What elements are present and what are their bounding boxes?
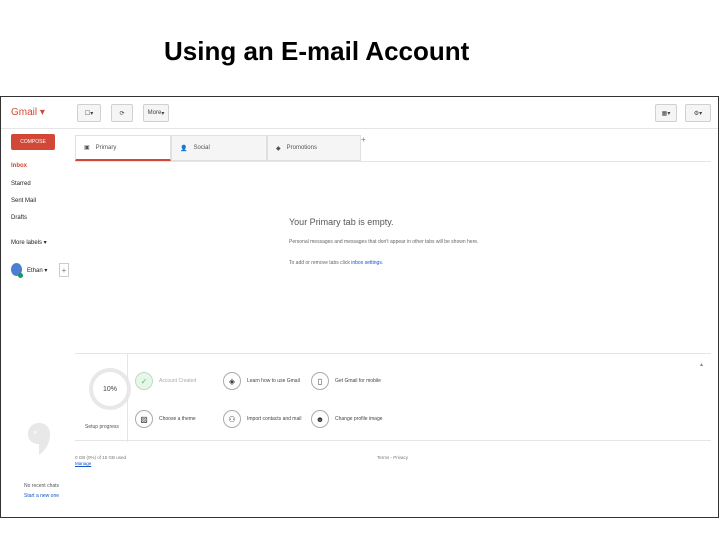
- more-button[interactable]: More ▾: [143, 104, 169, 122]
- no-recent-chats-text: No recent chats: [24, 483, 60, 489]
- main-content: ▣ Primary 👤 Social ◆ Promotions + Your P…: [75, 129, 711, 517]
- gmail-screenshot: Gmail ▾ ☐ ▾ ⟳ More ▾ ▦▾ ⚙▾ COMPOSE Inbox…: [0, 96, 719, 518]
- sidebar-item-starred[interactable]: Starred: [11, 181, 31, 187]
- empty-state-settings-hint: To add or remove tabs click inbox settin…: [289, 260, 384, 266]
- manage-storage-link[interactable]: Manage: [75, 461, 145, 467]
- plus-icon: +: [61, 265, 67, 275]
- storage-usage: 0 GB (0%) of 15 GB used Manage: [75, 455, 145, 467]
- profile-icon: ☻: [311, 410, 329, 428]
- inbox-icon: ▣: [84, 145, 90, 151]
- density-icon: ▦▾: [661, 110, 671, 117]
- sidebar: COMPOSE Inbox Starred Sent Mail Drafts M…: [1, 129, 73, 517]
- sidebar-item-inbox[interactable]: Inbox: [11, 163, 27, 169]
- refresh-button[interactable]: ⟳: [111, 104, 133, 122]
- top-toolbar: Gmail ▾ ☐ ▾ ⟳ More ▾ ▦▾ ⚙▾: [1, 97, 718, 129]
- sidebar-item-more-labels[interactable]: More labels ▾: [11, 239, 47, 246]
- check-icon: ✓: [135, 372, 153, 390]
- task-account-created: ✓ Account Created: [135, 372, 196, 390]
- hangouts-icon: ": [28, 423, 50, 455]
- empty-state-title: Your Primary tab is empty.: [289, 217, 394, 227]
- tab-social[interactable]: 👤 Social: [171, 135, 267, 161]
- gear-icon: ⚙▾: [693, 110, 703, 117]
- panel-divider: [127, 354, 128, 442]
- sidebar-item-sent-mail[interactable]: Sent Mail: [11, 198, 36, 204]
- task-choose-theme[interactable]: ▨ Choose a theme: [135, 410, 196, 428]
- compose-button[interactable]: COMPOSE: [11, 134, 55, 150]
- sidebar-item-drafts[interactable]: Drafts: [11, 215, 27, 221]
- plus-icon: +: [361, 135, 366, 144]
- chevron-down-icon: ▾: [90, 110, 94, 117]
- settings-button[interactable]: ⚙▾: [685, 104, 711, 122]
- image-icon: ▨: [135, 410, 153, 428]
- chevron-down-icon: ▾: [161, 110, 165, 117]
- display-density-button[interactable]: ▦▾: [655, 104, 677, 122]
- slide-title: Using an E-mail Account: [164, 36, 470, 66]
- task-import-contacts[interactable]: ⚇ Import contacts and mail: [223, 410, 301, 428]
- progress-caption: Setup progress: [85, 424, 119, 430]
- select-checkbox-button[interactable]: ☐ ▾: [77, 104, 101, 122]
- contacts-icon: ⚇: [223, 410, 241, 428]
- tab-divider: [75, 161, 711, 162]
- svg-text:": ": [33, 430, 38, 441]
- task-learn-gmail[interactable]: ◈ Learn how to use Gmail: [223, 372, 300, 390]
- online-status-dot: [18, 273, 23, 278]
- tag-icon: ◆: [276, 145, 281, 152]
- gmail-logo[interactable]: Gmail ▾: [11, 107, 45, 118]
- inbox-tabs: ▣ Primary 👤 Social ◆ Promotions: [75, 135, 365, 161]
- user-name[interactable]: Ethan ▾: [27, 267, 47, 274]
- layers-icon: ◈: [223, 372, 241, 390]
- setup-progress-panel: 10% Setup progress ✓ Account Created ◈ L…: [75, 353, 711, 442]
- start-new-chat-link[interactable]: Start a new one: [24, 493, 59, 499]
- task-change-profile-image[interactable]: ☻ Change profile image: [311, 410, 383, 428]
- progress-ring: 10%: [89, 368, 131, 410]
- add-contact-button[interactable]: +: [59, 263, 69, 277]
- task-gmail-mobile[interactable]: ▯ Get Gmail for mobile: [311, 372, 381, 390]
- tab-promotions[interactable]: ◆ Promotions: [267, 135, 361, 161]
- inbox-settings-link[interactable]: inbox settings: [351, 260, 382, 266]
- add-tab-button[interactable]: +: [361, 135, 366, 144]
- phone-icon: ▯: [311, 372, 329, 390]
- empty-state-description: Personal messages and messages that don'…: [289, 239, 479, 245]
- tab-primary[interactable]: ▣ Primary: [75, 135, 171, 161]
- refresh-icon: ⟳: [119, 110, 125, 117]
- terms-privacy-links[interactable]: Terms - Privacy: [377, 455, 408, 460]
- people-icon: 👤: [180, 145, 188, 152]
